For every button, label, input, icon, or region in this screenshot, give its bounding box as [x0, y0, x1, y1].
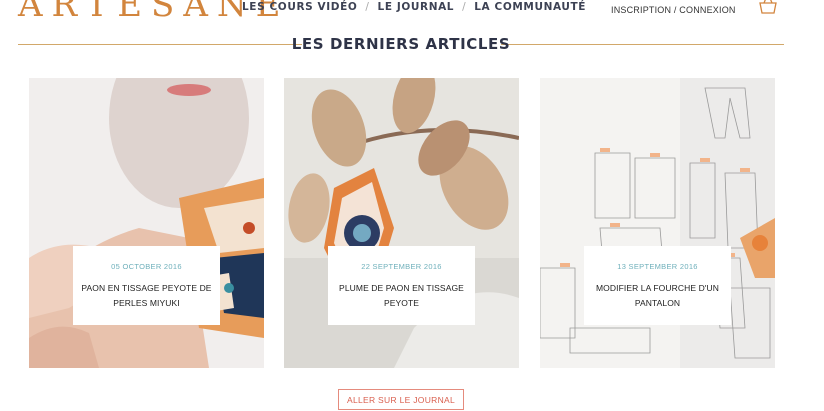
article-title[interactable]: PLUME DE PAON EN TISSAGE PEYOTE [336, 281, 467, 311]
article-date: 13 SEPTEMBER 2016 [617, 262, 698, 271]
main-nav: LES COURS VIDÉO / LE JOURNAL / LA COMMUN… [242, 1, 586, 13]
login-link[interactable]: INSCRIPTION / CONNEXION [611, 5, 736, 15]
article-card[interactable]: 05 OCTOBER 2016 PAON EN TISSAGE PEYOTE D… [29, 78, 264, 368]
article-caption: 13 SEPTEMBER 2016 MODIFIER LA FOURCHE D'… [584, 246, 731, 325]
nav-item-cours-video[interactable]: LES COURS VIDÉO [242, 1, 357, 13]
nav-separator: / [462, 1, 467, 13]
article-caption: 22 SEPTEMBER 2016 PLUME DE PAON EN TISSA… [328, 246, 475, 325]
go-to-journal-button[interactable]: ALLER SUR LE JOURNAL [338, 389, 464, 410]
basket-icon[interactable] [758, 0, 778, 14]
nav-separator: / [365, 1, 370, 13]
article-date: 22 SEPTEMBER 2016 [361, 262, 442, 271]
section-title: LES DERNIERS ARTICLES [291, 35, 511, 53]
article-date: 05 OCTOBER 2016 [111, 262, 182, 271]
article-title[interactable]: PAON EN TISSAGE PEYOTE DE PERLES MIYUKI [81, 281, 212, 311]
article-card[interactable]: 22 SEPTEMBER 2016 PLUME DE PAON EN TISSA… [284, 78, 519, 368]
nav-item-journal[interactable]: LE JOURNAL [378, 1, 455, 13]
nav-item-communaute[interactable]: LA COMMUNAUTÉ [474, 1, 586, 13]
section-header: LES DERNIERS ARTICLES [18, 34, 784, 54]
article-caption: 05 OCTOBER 2016 PAON EN TISSAGE PEYOTE D… [73, 246, 220, 325]
article-title[interactable]: MODIFIER LA FOURCHE D'UN PANTALON [592, 281, 723, 311]
article-card[interactable]: 13 SEPTEMBER 2016 MODIFIER LA FOURCHE D'… [540, 78, 775, 368]
